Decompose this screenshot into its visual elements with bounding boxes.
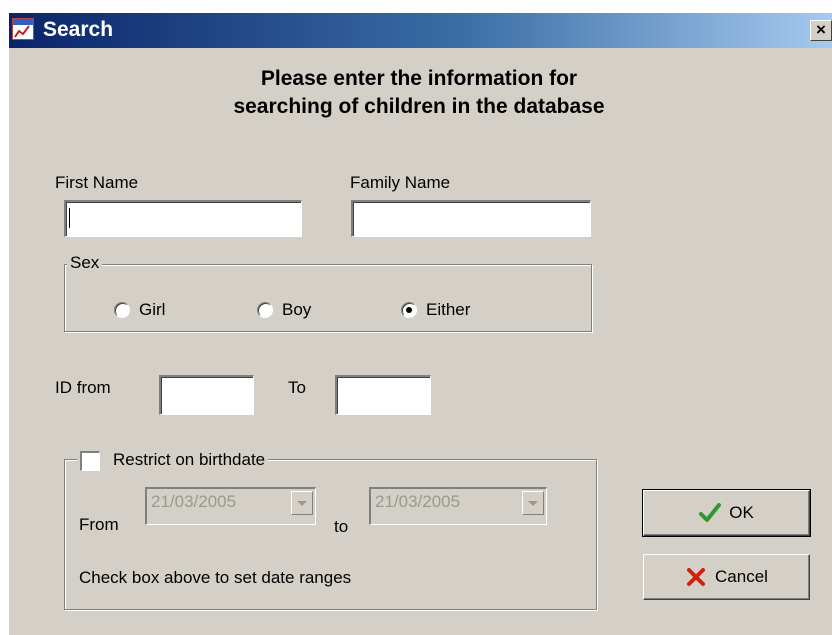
restrict-birthdate-checkbox[interactable]	[80, 451, 100, 471]
sex-groupbox	[64, 264, 592, 332]
cancel-button-label: Cancel	[715, 567, 768, 586]
date-to-value: 21/03/2005	[375, 492, 461, 511]
chevron-down-icon	[297, 501, 307, 506]
search-dialog: Search × Please enter the information fo…	[8, 12, 832, 635]
red-x-icon	[687, 568, 706, 586]
sex-legend: Sex	[67, 253, 103, 273]
ok-button[interactable]: OK	[642, 489, 811, 537]
radio-selected-dot	[406, 307, 412, 313]
family-name-label: Family Name	[350, 173, 451, 192]
id-to-field[interactable]	[335, 375, 431, 415]
window-title: Search	[43, 18, 114, 41]
title-bar[interactable]: Search ×	[9, 13, 832, 48]
date-to-dropdown-button[interactable]	[522, 491, 544, 515]
radio-girl[interactable]	[114, 302, 130, 318]
id-to-label: To	[288, 378, 306, 397]
heading-line-2: searching of children in the database	[233, 95, 605, 118]
birthdate-legend: Restrict on birthdate	[77, 449, 269, 473]
heading-line-1: Please enter the information for	[260, 67, 578, 90]
close-icon: ×	[816, 20, 826, 39]
radio-either[interactable]	[401, 302, 417, 318]
close-button[interactable]: ×	[810, 20, 832, 41]
date-from-dropdown-button[interactable]	[291, 491, 313, 515]
app-logo-icon	[12, 18, 34, 40]
radio-girl-label[interactable]: Girl	[139, 300, 165, 320]
id-from-label: ID from	[55, 378, 111, 397]
date-from-picker[interactable]: 21/03/2005	[145, 487, 316, 525]
first-name-field[interactable]	[64, 200, 302, 237]
radio-boy-label[interactable]: Boy	[282, 300, 311, 320]
date-from-label: From	[79, 515, 119, 534]
radio-either-label[interactable]: Either	[426, 300, 470, 320]
id-from-field[interactable]	[159, 375, 254, 415]
radio-boy[interactable]	[257, 302, 273, 318]
text-caret	[69, 208, 70, 228]
restrict-birthdate-label[interactable]: Restrict on birthdate	[113, 450, 265, 469]
date-to-picker[interactable]: 21/03/2005	[369, 487, 547, 525]
family-name-field[interactable]	[351, 200, 591, 237]
date-range-hint: Check box above to set date ranges	[79, 568, 352, 587]
ok-button-label: OK	[729, 503, 754, 522]
checkmark-icon	[699, 503, 722, 522]
first-name-label: First Name	[55, 173, 139, 192]
cancel-button[interactable]: Cancel	[643, 554, 810, 600]
instructions-heading: Please enter the information for searchi…	[119, 65, 719, 121]
date-from-value: 21/03/2005	[151, 492, 237, 511]
date-to-label: to	[334, 517, 349, 536]
chevron-down-icon	[528, 501, 538, 506]
